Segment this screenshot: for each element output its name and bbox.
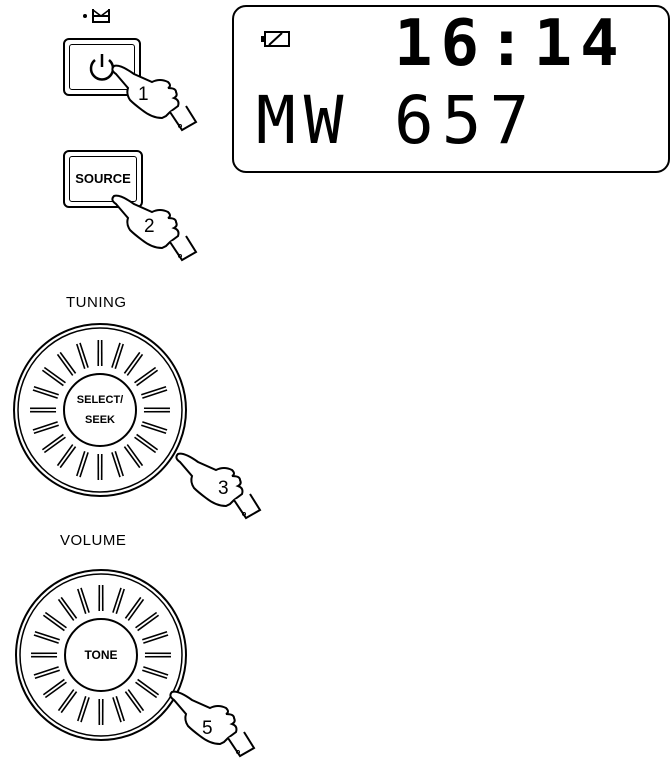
volume-label: VOLUME [60,532,126,549]
display-band: MW [256,85,351,157]
display-time: 16:14 [394,9,627,79]
step-1-number: 1 [138,84,149,106]
source-button-label: SOURCE [65,171,141,186]
battery-icon [260,29,292,49]
step-2-number: 2 [144,216,155,238]
pointing-hand-step-3: 3 [172,448,272,528]
display-frequency: 657 [394,85,537,157]
tuning-center-label: SELECT/ SEEK [64,390,136,430]
tuning-knob[interactable]: SELECT/ SEEK [10,320,190,500]
step-3-number: 3 [218,478,229,500]
lcd-display: 16:14 MW 657 [232,5,670,173]
standby-symbol-icon [82,6,122,26]
step-5-number: 5 [202,718,213,740]
pointing-hand-step-1: 1 [108,60,208,140]
tuning-label: TUNING [66,294,127,311]
pointing-hand-step-5: 5 [166,686,266,766]
volume-knob[interactable]: TONE [12,566,190,744]
volume-center-label: TONE [65,645,137,665]
pointing-hand-step-2: 2 [108,190,208,270]
